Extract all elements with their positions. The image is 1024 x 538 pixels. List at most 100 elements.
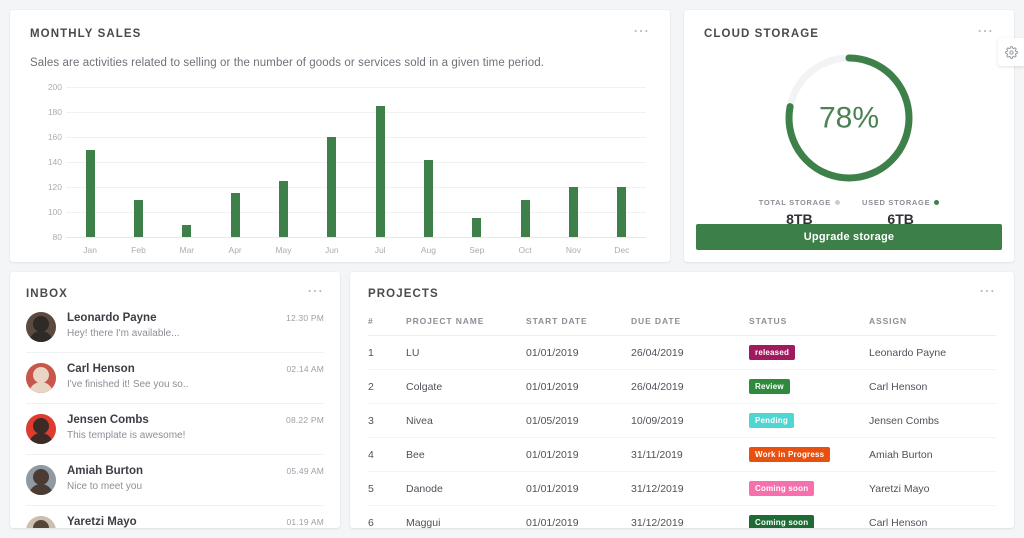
inbox-menu-icon[interactable]: ⋯: [307, 284, 324, 300]
chart-bar[interactable]: [617, 187, 627, 237]
chart-bar[interactable]: [85, 149, 95, 237]
project-due-date: 10/09/2019: [631, 403, 749, 438]
message-preview: I've finished it! See you so..: [67, 379, 189, 390]
project-assignee: Carl Henson: [869, 369, 996, 404]
inbox-message-item[interactable]: Amiah Burton 05.49 AM Nice to meet you: [26, 455, 324, 506]
chart-bar-cell[interactable]: [114, 87, 162, 237]
chart-bar[interactable]: [375, 105, 385, 237]
chart-bar[interactable]: [133, 199, 143, 237]
monthly-sales-title: MONTHLY SALES: [30, 28, 142, 40]
x-axis-tick-label: Nov: [565, 245, 581, 255]
y-axis-tick-label: 140: [47, 157, 62, 167]
upgrade-storage-button[interactable]: Upgrade storage: [696, 224, 1002, 250]
projects-column-header[interactable]: DUE DATE: [631, 310, 749, 336]
monthly-sales-menu-icon[interactable]: ⋯: [633, 24, 650, 40]
chart-bar-cell[interactable]: [598, 87, 646, 237]
monthly-sales-description: Sales are activities related to selling …: [30, 57, 545, 69]
status-badge: Work in Progress: [749, 447, 831, 462]
x-axis-tick-label: Mar: [179, 245, 195, 255]
storage-legend-item: USED STORAGE 6TB: [862, 198, 940, 227]
message-body: Jensen Combs 08.22 PM This template is awe…: [67, 414, 324, 441]
table-row[interactable]: 6 Maggui 01/01/2019 31/12/2019 Coming soon Ca…: [368, 505, 996, 528]
settings-tab-button[interactable]: [998, 38, 1024, 66]
cloud-storage-title: CLOUD STORAGE: [704, 28, 820, 40]
table-row[interactable]: 1 LU 01/01/2019 26/04/2019 released Leonardo …: [368, 335, 996, 370]
projects-column-header[interactable]: ASSIGN: [869, 310, 996, 336]
chart-bar[interactable]: [230, 193, 240, 237]
message-top-row: Jensen Combs 08.22 PM: [67, 414, 324, 426]
project-start-date: 01/01/2019: [526, 335, 631, 370]
inbox-message-item[interactable]: Jensen Combs 08.22 PM This template is awe…: [26, 404, 324, 455]
message-top-row: Leonardo Payne 12.30 PM: [67, 312, 324, 324]
chart-bar-cell[interactable]: [549, 87, 597, 237]
chart-bar[interactable]: [327, 137, 337, 237]
projects-column-header[interactable]: #: [368, 310, 406, 336]
chart-plot-area: [66, 87, 646, 238]
monthly-sales-header: MONTHLY SALES ⋯: [30, 24, 650, 41]
project-status: Coming soon: [749, 505, 869, 528]
chart-bar-cell[interactable]: [404, 87, 452, 237]
project-status: Review: [749, 369, 869, 404]
table-row[interactable]: 4 Bee 01/01/2019 31/11/2019 Work in Progress…: [368, 437, 996, 472]
chart-bar[interactable]: [423, 159, 433, 237]
projects-column-header[interactable]: STATUS: [749, 310, 869, 336]
chart-x-axis: Jan Feb Mar Apr May Jun Jul Aug Sep Oct Nov Dec: [66, 239, 646, 259]
status-badge: Review: [749, 379, 790, 394]
chart-bar-cell[interactable]: [356, 87, 404, 237]
storage-donut-chart: 78%: [704, 48, 994, 188]
project-due-date: 26/04/2019: [631, 335, 749, 370]
table-row[interactable]: 5 Danode 01/01/2019 31/12/2019 Coming soon Ya…: [368, 471, 996, 506]
project-name: Colgate: [406, 369, 526, 404]
gear-icon: [1004, 45, 1018, 59]
project-due-date: 26/04/2019: [631, 369, 749, 404]
chart-bar[interactable]: [182, 224, 192, 237]
project-due-date: 31/12/2019: [631, 505, 749, 528]
avatar: [26, 312, 56, 342]
chart-bar-cell[interactable]: [66, 87, 114, 237]
chart-bar-cell[interactable]: [453, 87, 501, 237]
y-axis-tick-label: 160: [47, 132, 62, 142]
chart-bar[interactable]: [568, 187, 578, 237]
chart-bar[interactable]: [472, 218, 482, 237]
message-sender-name: Carl Henson: [67, 363, 135, 375]
chart-bar-cell[interactable]: [211, 87, 259, 237]
status-badge: released: [749, 345, 796, 360]
inbox-message-list: Leonardo Payne 12.30 PM Hey! there I'm ava…: [26, 300, 324, 528]
projects-table-header-row: # PROJECT NAME START DATE DUE DATE STATUS ASS…: [368, 310, 996, 336]
x-axis-tick-label: Jul: [374, 245, 386, 255]
project-assignee: Jensen Combs: [869, 403, 996, 438]
legend-label-row: USED STORAGE: [862, 198, 940, 207]
cloud-storage-menu-icon[interactable]: ⋯: [977, 24, 994, 40]
x-axis-tick-label: Aug: [420, 245, 437, 255]
projects-column-header[interactable]: PROJECT NAME: [406, 310, 526, 336]
project-name: Bee: [406, 437, 526, 472]
project-due-date: 31/12/2019: [631, 471, 749, 506]
message-timestamp: 08.22 PM: [286, 415, 324, 425]
storage-legend-item: TOTAL STORAGE 8TB: [759, 198, 841, 227]
status-badge: Coming soon: [749, 515, 815, 528]
inbox-message-item[interactable]: Carl Henson 02.14 AM I've finished it! See…: [26, 353, 324, 404]
chart-bar-cell[interactable]: [308, 87, 356, 237]
projects-table: # PROJECT NAME START DATE DUE DATE STATUS ASS…: [368, 310, 996, 528]
storage-percent-label: 78%: [819, 102, 879, 135]
inbox-message-item[interactable]: Leonardo Payne 12.30 PM Hey! there I'm ava…: [26, 300, 324, 353]
table-row[interactable]: 2 Colgate 01/01/2019 26/04/2019 Review Carl H…: [368, 369, 996, 404]
project-status: Coming soon: [749, 471, 869, 506]
chart-bar-cell[interactable]: [163, 87, 211, 237]
chart-bar[interactable]: [278, 180, 288, 237]
chart-bar-cell[interactable]: [259, 87, 307, 237]
inbox-message-item[interactable]: Yaretzi Mayo01.19 AMHey! there I'm avail…: [26, 506, 324, 528]
projects-column-header[interactable]: START DATE: [526, 310, 631, 336]
monthly-sales-card: MONTHLY SALES ⋯ Sales are activities rel…: [10, 10, 670, 262]
project-name: Danode: [406, 471, 526, 506]
chart-bar-cell[interactable]: [501, 87, 549, 237]
y-axis-tick-label: 180: [47, 107, 62, 117]
projects-menu-icon[interactable]: ⋯: [979, 284, 996, 300]
message-body: Leonardo Payne 12.30 PM Hey! there I'm ava…: [67, 312, 324, 339]
chart-bar[interactable]: [520, 199, 530, 237]
table-row[interactable]: 3 Nivea 01/05/2019 10/09/2019 Pending Jensen …: [368, 403, 996, 438]
message-timestamp: 02.14 AM: [286, 364, 324, 374]
avatar: [26, 516, 56, 528]
project-start-date: 01/01/2019: [526, 471, 631, 506]
message-preview: Hey! there I'm available...: [67, 328, 180, 339]
